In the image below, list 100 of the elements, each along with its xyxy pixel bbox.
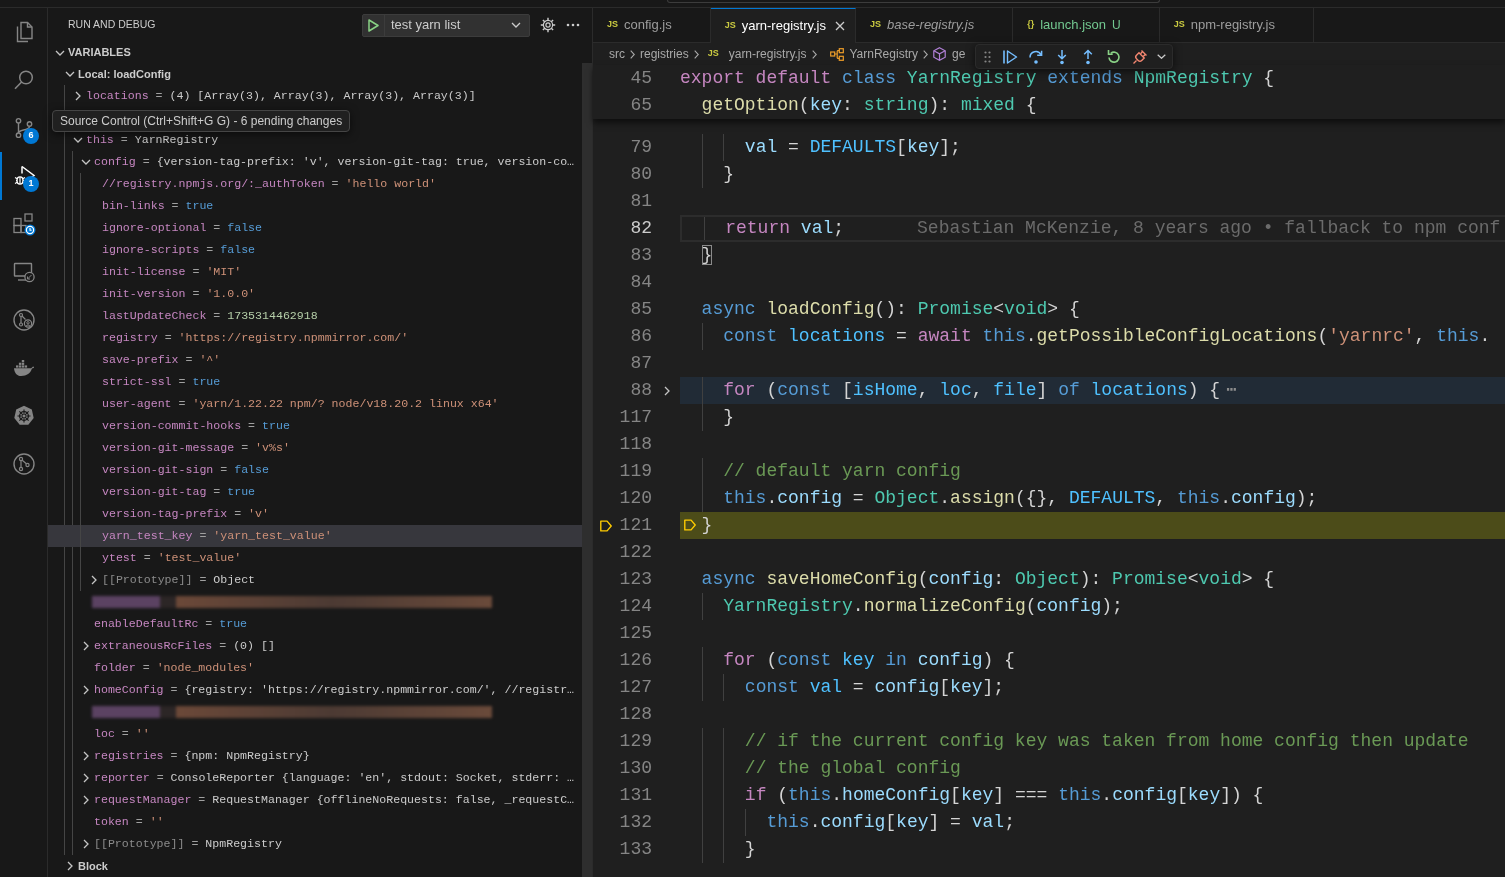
chevron-right-icon[interactable] (83, 751, 89, 761)
close-icon[interactable] (835, 21, 845, 31)
variable-tree-item[interactable]: init-version = '1.0.0' (48, 283, 582, 305)
variable-tree-item[interactable]: lastUpdateCheck = 1735314462918 (48, 305, 582, 327)
variable-tree-item[interactable]: extraneousRcFiles = (0) [] (48, 635, 582, 657)
line-number: 120 (618, 487, 652, 510)
launch-config-dropdown[interactable]: test yarn list (362, 13, 530, 37)
variable-tree-item[interactable]: version-commit-hooks = true (48, 415, 582, 437)
variable-tree-item[interactable]: version-git-tag = true (48, 481, 582, 503)
code-line: for (const key in config) { (723, 649, 1015, 672)
line-number: 125 (618, 622, 652, 645)
variable-tree-item[interactable]: [[Prototype]] = Object (48, 569, 582, 591)
breadcrumb-item[interactable]: registries (640, 45, 689, 63)
variable-tree-item[interactable]: reporter = ConsoleReporter {language: 'en', stdout: Socket, stderr: … (48, 767, 582, 789)
chevron-right-icon[interactable] (91, 575, 97, 585)
settings-icon[interactable] (540, 17, 556, 33)
line-number: 65 (629, 94, 652, 117)
variable-tree-item[interactable]: version-git-message = 'v%s' (48, 437, 582, 459)
variable-tree-item[interactable]: token = '' (48, 811, 582, 833)
editor-tab[interactable]: {} launch.json U (1013, 8, 1160, 43)
branch-person-circle-icon (11, 308, 36, 332)
chevron-down-icon[interactable] (55, 49, 65, 56)
variable-tree-item[interactable]: ignore-scripts = false (48, 239, 582, 261)
code-line: if (this.homeConfig[key] === this.config[key]) { (744, 784, 1264, 807)
variable-tree-item[interactable]: ignore-optional = false (48, 217, 582, 239)
chevron-down-icon[interactable] (65, 71, 75, 77)
chevron-right-icon[interactable] (75, 91, 81, 101)
variable-tree-item[interactable]: yarn_test_key = 'yarn_test_value' (48, 525, 582, 547)
variable-tree-item[interactable]: version-git-sign = false (48, 459, 582, 481)
scrollbar-thumb[interactable] (582, 63, 592, 877)
breadcrumb-item[interactable]: YarnRegistry (821, 45, 918, 63)
variable-tree-item[interactable]: this = YarnRegistry (48, 129, 582, 151)
chevron-right-icon[interactable] (83, 641, 89, 651)
variable-tree-item[interactable]: requestManager = RequestManager {offlineNoRequests: false, _requestC… (48, 789, 582, 811)
code-line: this.config[key] = val; (766, 811, 1015, 834)
tooltip: Source Control (Ctrl+Shift+G G) - 6 pending changes (52, 110, 351, 132)
variable-tree-item[interactable]: folder = 'node_modules' (48, 657, 582, 679)
chevron-down-icon[interactable] (511, 22, 521, 28)
variable-tree-item[interactable]: user-agent = 'yarn/1.22.22 npm/? node/v18.20.2 linux x64' (48, 393, 582, 415)
line-number: 88 (629, 379, 652, 402)
line-number: 131 (618, 784, 652, 807)
blocks-clock-icon (11, 212, 36, 236)
editor-tab[interactable]: JS config.js (593, 8, 711, 43)
variable-tree-item[interactable]: save-prefix = '^' (48, 349, 582, 371)
code-line: } (701, 514, 713, 537)
chevron-down-icon[interactable] (73, 137, 83, 143)
chevron-right-icon[interactable] (83, 685, 89, 695)
scope-tree-item[interactable]: Block (48, 855, 582, 877)
chevron-right-icon[interactable] (83, 773, 89, 783)
gripper-icon[interactable] (984, 50, 991, 63)
editor-tab[interactable]: JS npm-registry.js (1159, 8, 1314, 43)
line-number: 81 (629, 190, 652, 213)
code-line: return val; (725, 217, 845, 240)
variable-tree-item[interactable]: strict-ssl = true (48, 371, 582, 393)
variable-tree-item[interactable]: enableDefaultRc = true (48, 613, 582, 635)
line-number: 80 (629, 163, 652, 186)
variable-tree-item[interactable]: registry = 'https://registry.npmmirror.com/' (48, 327, 582, 349)
variable-tree-item[interactable]: init-license = 'MIT' (48, 261, 582, 283)
file-type-icon: {} (1027, 18, 1035, 32)
code-line: // the global config (744, 757, 961, 780)
chevron-down-icon[interactable] (81, 159, 91, 165)
variable-tree-item[interactable]: homeConfig = {registry: 'https://registry.npmmirror.com/', //registr… (48, 679, 582, 701)
variable-tree-item[interactable]: config = {version-tag-prefix: 'v', version-git-tag: true, version-co… (48, 151, 582, 173)
folded-code-placeholder[interactable]: ⋯ (1226, 377, 1237, 404)
variable-tree-item[interactable]: locations = (4) [Array(3), Array(3), Array(3), Array(3)] (48, 85, 582, 107)
line-number: 84 (629, 271, 652, 294)
pointer-arrow-icon (684, 519, 696, 531)
variable-tree-item[interactable]: //registry.npmjs.org/:_authToken = 'hello world' (48, 173, 582, 195)
breadcrumb-item[interactable]: src (609, 45, 625, 63)
chevron-right-icon[interactable] (83, 795, 89, 805)
branch-circle-icon (11, 452, 36, 476)
activity-bar-button[interactable]: 6 (0, 104, 47, 152)
line-number: 128 (618, 703, 652, 726)
variable-tree-item[interactable]: registries = {npm: NpmRegistry} (48, 745, 582, 767)
more-icon[interactable] (566, 23, 580, 27)
breadcrumb-separator-icon (630, 49, 635, 59)
editor-tab[interactable]: JS base-registry.js (856, 8, 1014, 43)
code-line: YarnRegistry.normalizeConfig(config); (723, 595, 1123, 618)
section-header[interactable]: VARIABLES (48, 42, 592, 63)
variable-tree-item[interactable]: version-tag-prefix = 'v' (48, 503, 582, 525)
variable-tree-item[interactable]: bin-links = true (48, 195, 582, 217)
breadcrumb-item[interactable]: ge (932, 45, 966, 63)
code-line: val = DEFAULTS[key]; (744, 136, 961, 159)
line-number: 130 (618, 757, 652, 780)
scope-tree-item[interactable]: Local: loadConfig (48, 63, 582, 85)
code-line: } (701, 244, 713, 267)
variable-tree-item[interactable]: [[Prototype]] = NpmRegistry (48, 833, 582, 855)
chevron-right-icon[interactable] (83, 839, 89, 849)
variable-tree-item[interactable]: ytest = 'test_value' (48, 547, 582, 569)
fold-chevron-icon[interactable] (664, 385, 670, 396)
editor-tab[interactable]: JS yarn-registry.js (710, 8, 856, 43)
breadcrumb-separator-icon (922, 49, 928, 59)
code-line: // default yarn config (723, 460, 961, 483)
breadcrumb-item[interactable]: JS yarn-registry.js (703, 45, 807, 63)
code-line: getOption(key: string): mixed { (701, 94, 1037, 117)
code-line: } (723, 163, 735, 186)
file-type-icon: JS (607, 18, 618, 32)
chevron-right-icon[interactable] (67, 861, 73, 871)
panel-title: RUN AND DEBUG (68, 17, 156, 33)
variable-tree-item[interactable]: loc = '' (48, 723, 582, 745)
